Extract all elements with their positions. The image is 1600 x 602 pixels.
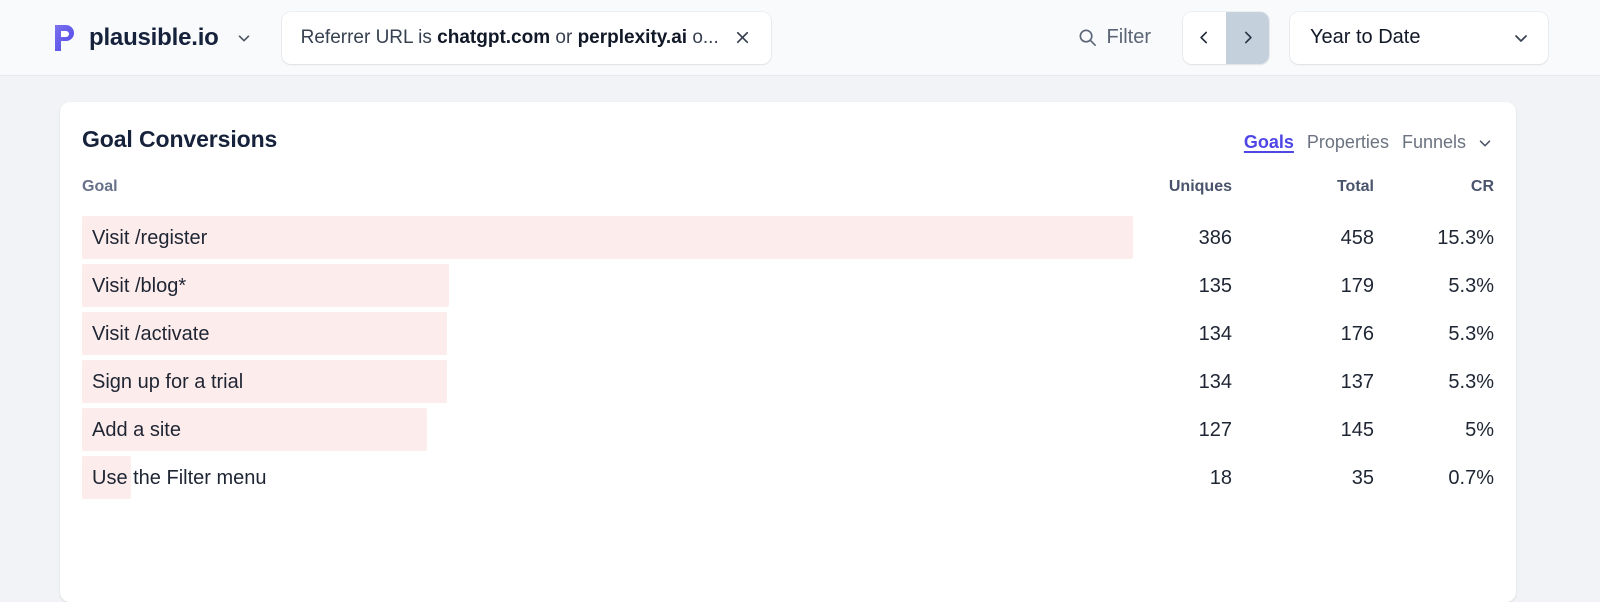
- tab-properties[interactable]: Properties: [1307, 132, 1389, 153]
- search-icon: [1079, 29, 1096, 46]
- goal-conversions-card: Goal Conversions Goals Properties Funnel…: [60, 102, 1516, 602]
- goal-bar: [82, 216, 1133, 259]
- goal-cr: 5.3%: [1448, 274, 1494, 297]
- site-name: plausible.io: [89, 23, 219, 51]
- close-icon[interactable]: [732, 27, 754, 49]
- goal-total: 458: [1340, 226, 1374, 249]
- goal-cr: 5.3%: [1448, 322, 1494, 345]
- card-header: Goal Conversions Goals Properties Funnel…: [82, 126, 1494, 168]
- column-header-total[interactable]: Total: [1264, 178, 1374, 196]
- plausible-logo-icon: [55, 24, 74, 51]
- table-row[interactable]: Sign up for a trial 134 137 5.3%: [82, 358, 1494, 406]
- chevron-right-icon: [1244, 31, 1252, 44]
- goal-uniques: 134: [1198, 322, 1232, 345]
- goal-uniques: 135: [1198, 274, 1232, 297]
- goal-cr: 5.3%: [1448, 370, 1494, 393]
- active-filter-pill[interactable]: Referrer URL is chatgpt.com or perplexit…: [281, 11, 771, 64]
- tab-funnels[interactable]: Funnels: [1402, 132, 1466, 153]
- goal-name[interactable]: Use the Filter menu: [92, 454, 267, 502]
- goal-name[interactable]: Sign up for a trial: [92, 358, 243, 406]
- goal-rows: Visit /register 386 458 15.3% Visit /blog* 13…: [82, 214, 1494, 502]
- top-bar: plausible.io Referrer URL is chatgpt.com…: [0, 0, 1600, 76]
- goal-cr: 0.7%: [1448, 466, 1494, 489]
- column-header-cr[interactable]: CR: [1394, 178, 1494, 196]
- filter-button[interactable]: Filter: [1073, 20, 1155, 55]
- next-period-button[interactable]: [1226, 11, 1269, 64]
- filter-button-label: Filter: [1106, 26, 1151, 48]
- date-range-label: Year to Date: [1310, 26, 1421, 48]
- tab-goals[interactable]: Goals: [1244, 132, 1294, 153]
- goal-name[interactable]: Visit /register: [92, 214, 207, 262]
- top-bar-controls: Filter Year to Date: [1073, 11, 1548, 64]
- page-title: Goal Conversions: [82, 126, 278, 152]
- goal-uniques: 18: [1209, 466, 1232, 489]
- chevron-down-icon[interactable]: [1476, 134, 1494, 152]
- goal-total: 145: [1340, 418, 1374, 441]
- goal-name[interactable]: Visit /activate: [92, 310, 209, 358]
- table-column-headers: Goal Uniques Total CR: [82, 178, 1494, 212]
- card-tabs: Goals Properties Funnels: [1244, 132, 1494, 153]
- chevron-down-icon[interactable]: [235, 29, 253, 47]
- table-row[interactable]: Visit /activate 134 176 5.3%: [82, 310, 1494, 358]
- goal-total: 176: [1340, 322, 1374, 345]
- goal-total: 179: [1340, 274, 1374, 297]
- site-switcher[interactable]: plausible.io: [52, 23, 253, 53]
- prev-period-button[interactable]: [1183, 11, 1226, 64]
- goal-total: 35: [1351, 466, 1374, 489]
- goal-cr: 15.3%: [1437, 226, 1494, 249]
- goal-uniques: 386: [1198, 226, 1232, 249]
- goal-uniques: 134: [1198, 370, 1232, 393]
- goal-total: 137: [1340, 370, 1374, 393]
- table-row[interactable]: Add a site 127 145 5%: [82, 406, 1494, 454]
- chevron-down-icon: [1511, 28, 1531, 48]
- active-filter-text: Referrer URL is chatgpt.com or perplexit…: [300, 26, 717, 48]
- column-header-goal: Goal: [82, 178, 118, 195]
- date-range-select[interactable]: Year to Date: [1290, 11, 1548, 64]
- goal-name[interactable]: Visit /blog*: [92, 262, 186, 310]
- goal-name[interactable]: Add a site: [92, 406, 181, 454]
- table-row[interactable]: Visit /register 386 458 15.3%: [82, 214, 1494, 262]
- period-nav-group: [1183, 11, 1269, 64]
- goal-uniques: 127: [1198, 418, 1232, 441]
- table-row[interactable]: Use the Filter menu 18 35 0.7%: [82, 454, 1494, 502]
- goal-cr: 5%: [1465, 418, 1494, 441]
- chevron-left-icon: [1200, 31, 1208, 44]
- column-header-uniques[interactable]: Uniques: [1112, 178, 1232, 196]
- table-row[interactable]: Visit /blog* 135 179 5.3%: [82, 262, 1494, 310]
